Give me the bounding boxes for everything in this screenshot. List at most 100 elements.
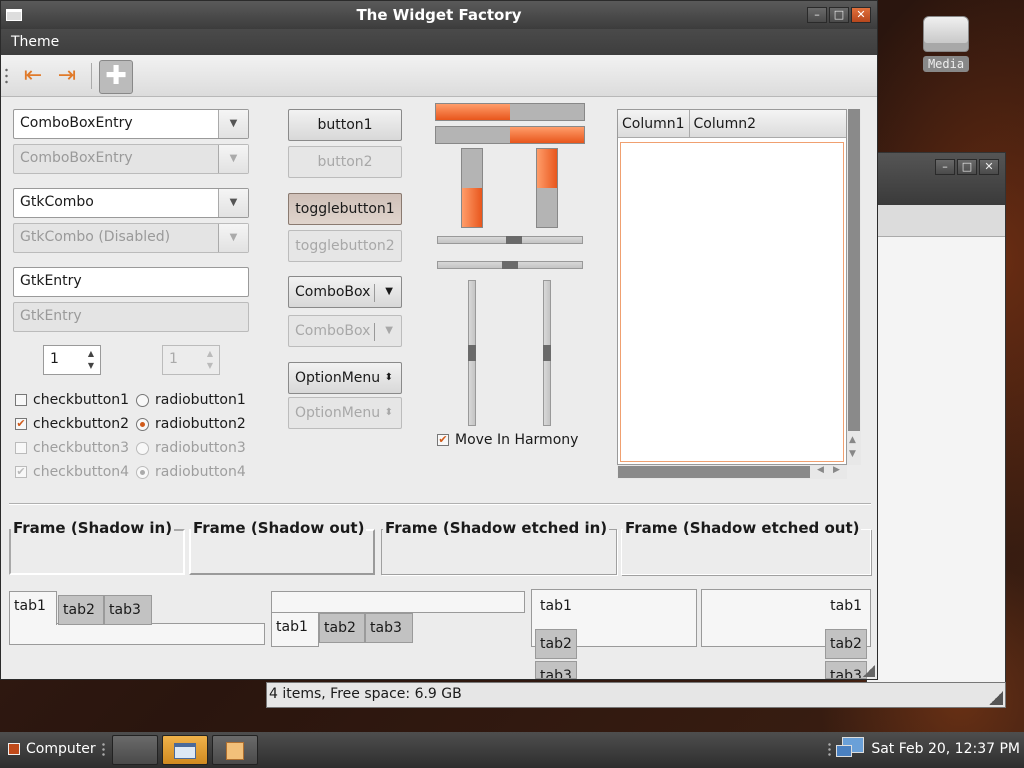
gtk-combo[interactable]: GtkCombo ▼	[13, 188, 249, 218]
notebook3-tab3[interactable]: tab3	[535, 661, 577, 679]
notebook2-tab2[interactable]: tab2	[319, 613, 365, 643]
scale-slider-handle[interactable]	[502, 261, 518, 269]
notebook2-tab3[interactable]: tab3	[365, 613, 413, 643]
scale-slider-handle[interactable]	[468, 345, 476, 361]
notebook1-tab2[interactable]: tab2	[58, 595, 104, 625]
togglebutton1[interactable]: togglebutton1	[288, 193, 402, 225]
resize-grip-icon[interactable]	[989, 691, 1003, 705]
hscale2[interactable]	[437, 261, 583, 269]
scrollbar-thumb[interactable]	[848, 109, 860, 431]
desktop-icon-media[interactable]: Media	[918, 16, 974, 72]
window-list-file-manager[interactable]	[212, 735, 258, 765]
spin-up-icon: ▲	[206, 349, 214, 358]
gtk-entry-disabled-text: GtkEntry	[20, 308, 82, 324]
close-icon[interactable]: ✕	[851, 7, 871, 23]
scroll-down-icon[interactable]: ▼	[849, 449, 856, 459]
notebook4-tab2[interactable]: tab2	[825, 629, 867, 659]
frame-shadow-etched-in-label: Frame (Shadow etched in)	[383, 519, 610, 537]
spin-button[interactable]: 1 ▲ ▼	[43, 345, 101, 375]
start-menu-label: Computer	[26, 741, 96, 757]
spin-down-icon[interactable]: ▼	[84, 360, 98, 372]
combobox-entry[interactable]: ComboBoxEntry ▼	[13, 109, 249, 139]
checkbutton2[interactable]: ✔ checkbutton2	[15, 416, 129, 432]
gtk-entry[interactable]: GtkEntry	[13, 267, 249, 297]
minimize-icon[interactable]: –	[935, 159, 955, 175]
combobox-label: ComboBox	[295, 284, 371, 300]
notebook4-tab3[interactable]: tab3	[825, 661, 867, 679]
tree-view[interactable]: Column1 Column2	[617, 109, 847, 465]
checkbutton1[interactable]: checkbutton1	[15, 392, 129, 408]
scale-slider-handle[interactable]	[543, 345, 551, 361]
resize-grip-icon[interactable]	[863, 665, 875, 677]
vscale2[interactable]	[543, 280, 551, 426]
button1[interactable]: button1	[288, 109, 402, 141]
scroll-up-icon[interactable]: ▲	[849, 435, 856, 445]
menubar: Theme	[1, 29, 877, 55]
column-header-1[interactable]: Column1	[618, 110, 690, 137]
toolbar-handle-icon[interactable]	[5, 67, 8, 85]
notebook1-tab1[interactable]: tab1	[9, 591, 57, 625]
vscale1[interactable]	[468, 280, 476, 426]
scrollbar-thumb[interactable]	[618, 466, 810, 478]
chevron-down-icon: ▼	[218, 145, 248, 173]
radiobutton4: radiobutton4	[136, 464, 246, 480]
network-icon[interactable]	[836, 737, 866, 761]
tree-vertical-scrollbar[interactable]: ▲ ▼	[847, 109, 861, 465]
start-menu-button[interactable]: Computer	[8, 741, 96, 757]
chevron-down-icon: ▼	[385, 325, 393, 336]
radiobutton1[interactable]: radiobutton1	[136, 392, 246, 408]
launcher-icon[interactable]	[112, 735, 158, 765]
scale-slider-handle[interactable]	[505, 236, 522, 244]
taskbar: Computer Sat Feb 20, 12:37 PM	[0, 732, 1024, 768]
panel-grip-icon[interactable]	[828, 742, 831, 758]
add-icon[interactable]: ✚	[99, 60, 133, 94]
hscale1[interactable]	[437, 236, 583, 244]
menu-theme[interactable]: Theme	[11, 34, 59, 50]
toolbar-separator	[91, 63, 92, 89]
updown-icon: ⬍	[384, 372, 393, 383]
checkbutton3: checkbutton3	[15, 440, 129, 456]
chevron-down-icon[interactable]: ▼	[218, 189, 248, 217]
go-last-icon[interactable]: ⇥	[53, 63, 81, 91]
gtk-entry-disabled: GtkEntry	[13, 302, 249, 332]
maximize-icon[interactable]: □	[957, 159, 977, 175]
combobox[interactable]: ComboBox ▼	[288, 276, 402, 308]
window-list-widget-factory[interactable]	[162, 735, 208, 765]
progressbar-v2	[536, 148, 558, 228]
notebook1-tab3[interactable]: tab3	[104, 595, 152, 625]
maximize-icon[interactable]: □	[829, 7, 849, 23]
gtk-combo-text: GtkCombo	[20, 194, 94, 210]
notebook2-page	[271, 591, 525, 613]
tree-body[interactable]	[620, 142, 844, 462]
scroll-right-icon[interactable]: ▶	[833, 465, 840, 475]
notebook4-tab1[interactable]: tab1	[830, 598, 862, 614]
move-in-harmony-check[interactable]: ✔ Move In Harmony	[437, 432, 578, 448]
progressbar-h1	[435, 103, 585, 121]
notebook2-tab1[interactable]: tab1	[271, 613, 319, 647]
checkbutton4: ✔ checkbutton4	[15, 464, 129, 480]
spin-down-icon: ▼	[206, 361, 214, 370]
tree-horizontal-scrollbar[interactable]: ◀ ▶	[617, 465, 847, 479]
spin-up-icon[interactable]: ▲	[84, 348, 98, 360]
panel-grip-icon[interactable]	[102, 742, 105, 758]
combobox-entry-disabled: ComboBoxEntry ▼	[13, 144, 249, 174]
checkbox-icon	[15, 442, 27, 454]
clock[interactable]: Sat Feb 20, 12:37 PM	[871, 741, 1020, 757]
background-window[interactable]: – □ ✕	[866, 152, 1006, 708]
notebook1-page	[9, 623, 265, 645]
notebook3-tab2[interactable]: tab2	[535, 629, 577, 659]
close-icon[interactable]: ✕	[979, 159, 999, 175]
titlebar[interactable]: The Widget Factory – □ ✕	[1, 1, 877, 29]
scroll-left-icon[interactable]: ◀	[817, 465, 824, 475]
optionmenu[interactable]: OptionMenu ⬍	[288, 362, 402, 394]
background-window-titlebar[interactable]: – □ ✕	[867, 153, 1005, 205]
radiobutton1-label: radiobutton1	[155, 392, 246, 408]
checkbox-icon	[15, 394, 27, 406]
desktop-icon-label: Media	[922, 56, 970, 72]
radiobutton2[interactable]: radiobutton2	[136, 416, 246, 432]
column-header-2[interactable]: Column2	[690, 110, 846, 137]
chevron-down-icon[interactable]: ▼	[218, 110, 248, 138]
minimize-icon[interactable]: –	[807, 7, 827, 23]
go-first-icon[interactable]: ⇤	[19, 63, 47, 91]
notebook3-tab1[interactable]: tab1	[540, 598, 572, 614]
